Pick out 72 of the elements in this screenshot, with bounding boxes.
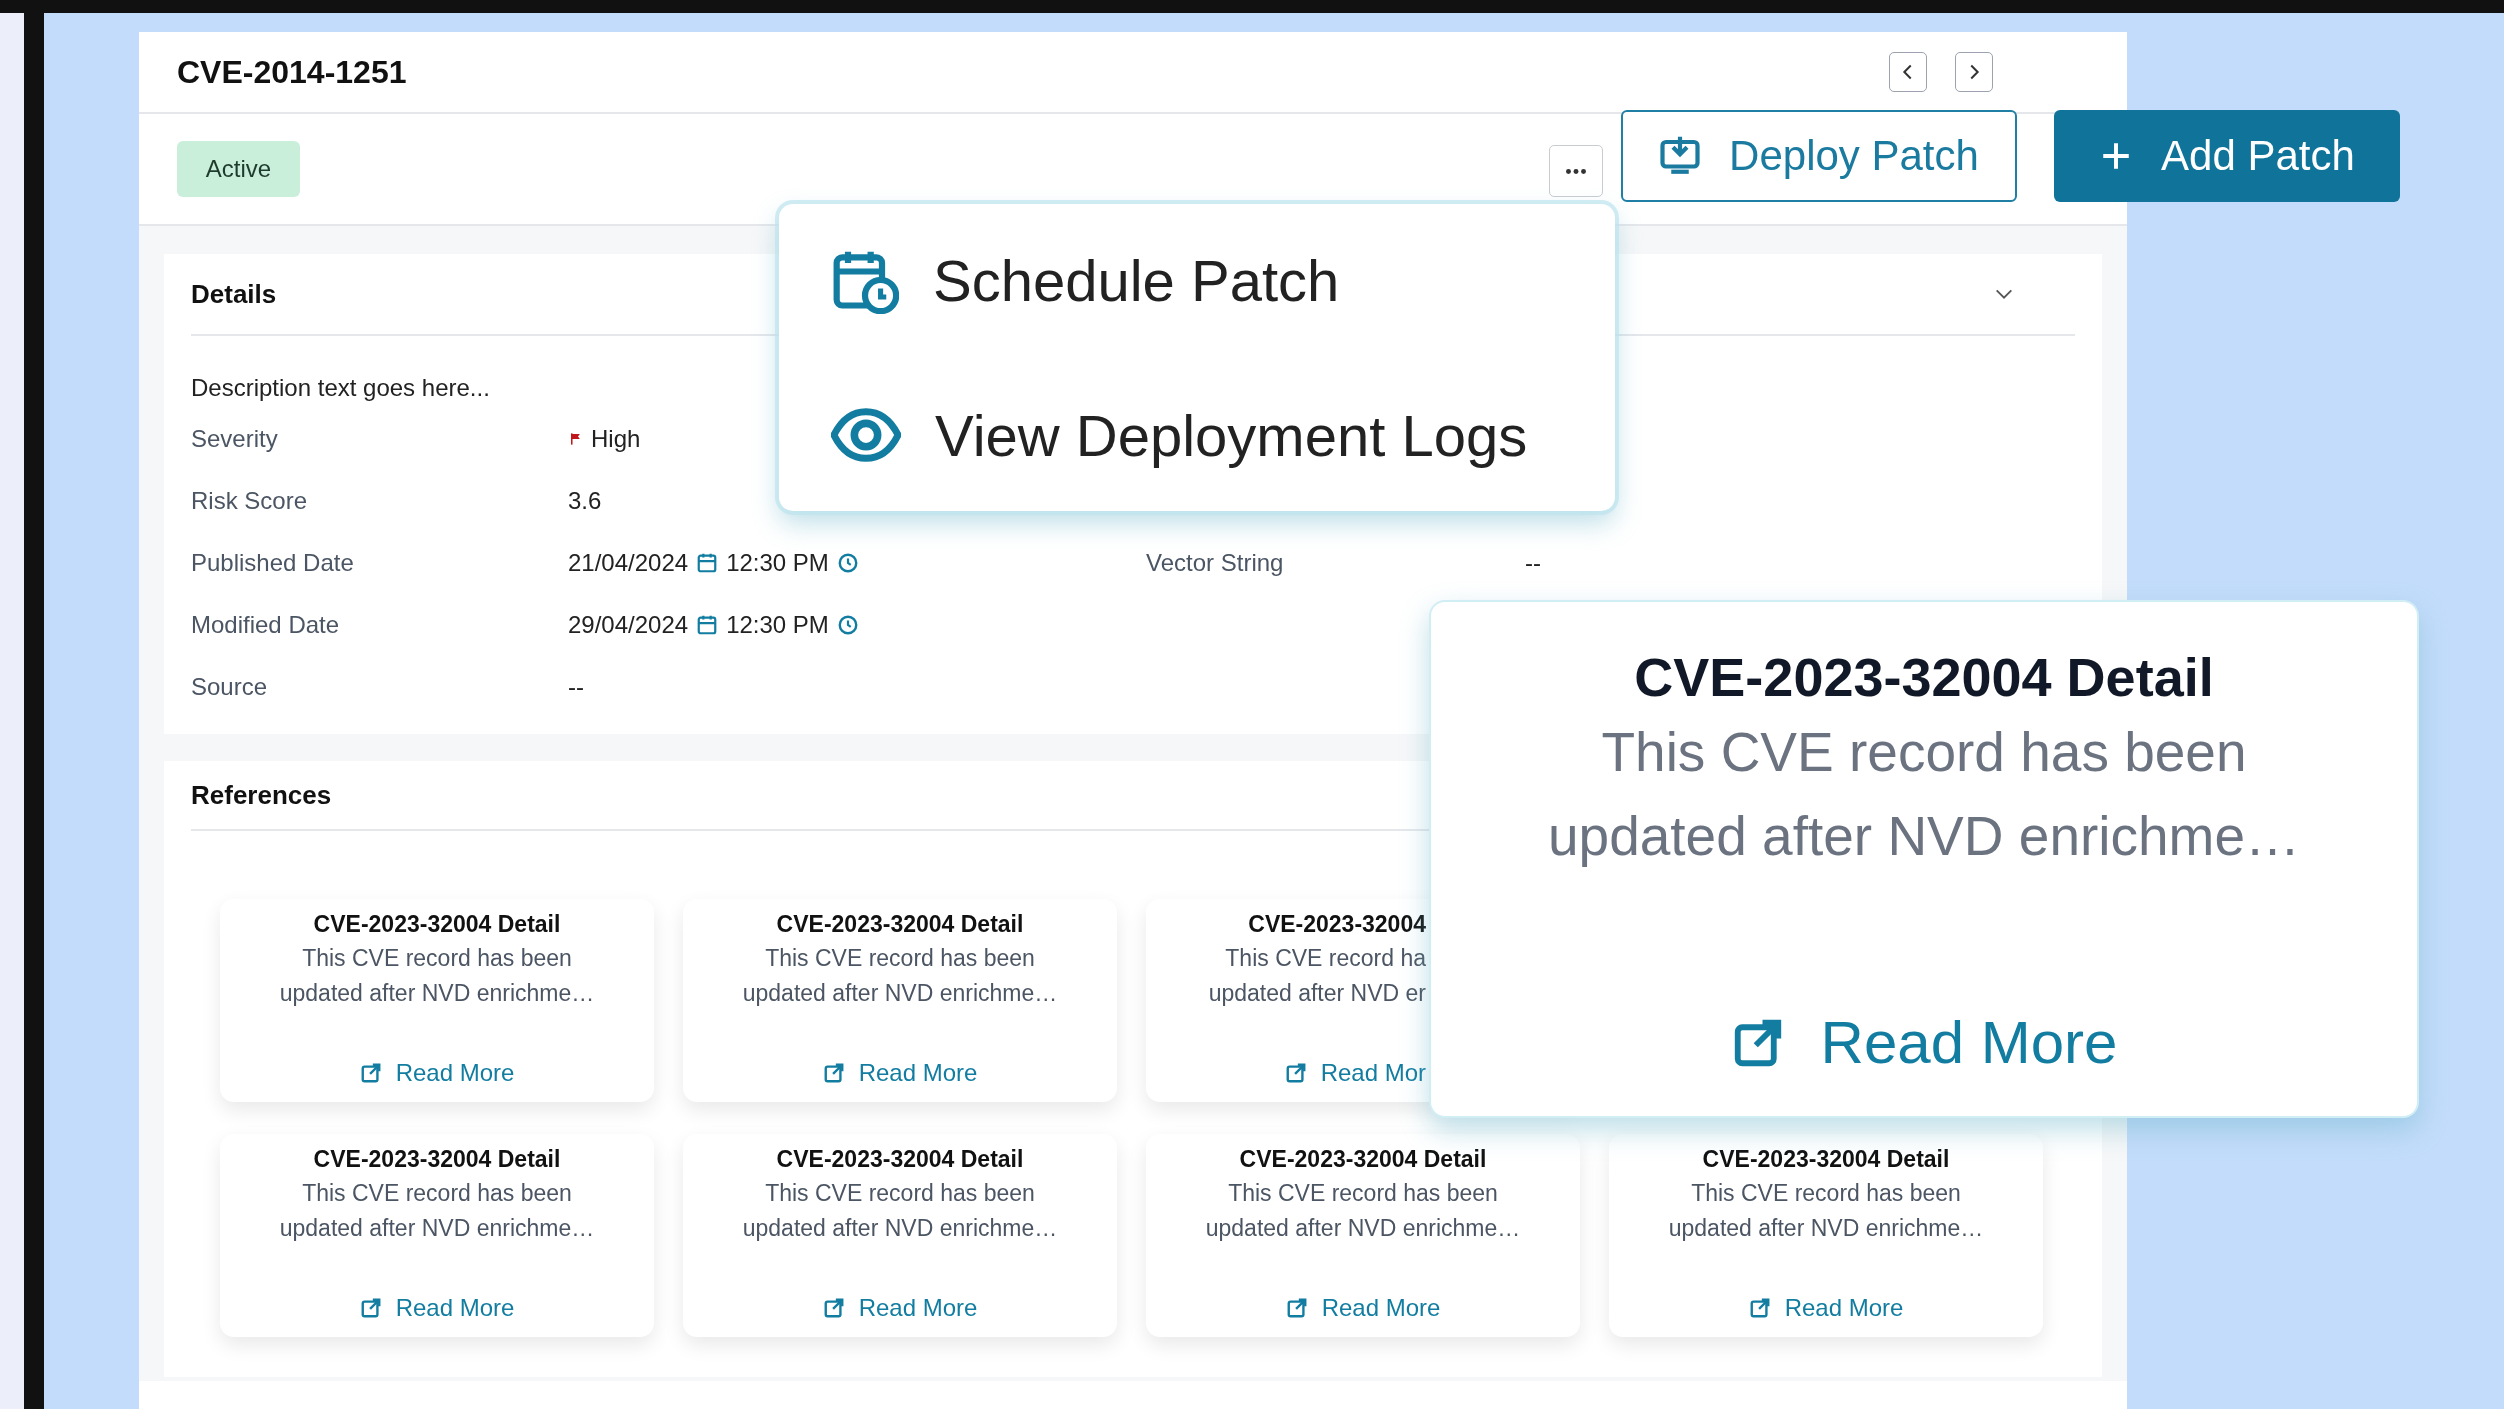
reference-summary: updated after NVD enrichme… bbox=[742, 1214, 1058, 1243]
field-label: Vector String bbox=[1146, 549, 1284, 577]
date-value: 21/04/2024 bbox=[568, 549, 689, 577]
time-value: 12:30 PM bbox=[726, 611, 829, 639]
reference-summary: This CVE record has been bbox=[302, 1179, 572, 1208]
reference-title: CVE-2023-32004 Detail bbox=[776, 1145, 1024, 1174]
reference-summary: This CVE record has been bbox=[1601, 720, 2247, 785]
clock-icon bbox=[836, 552, 859, 574]
external-link-icon bbox=[359, 1062, 382, 1084]
reference-title: CVE-2023-32004 Detail bbox=[313, 910, 561, 939]
reference-title: CVE-2023-32004 Detail bbox=[776, 910, 1024, 939]
reference-title: CVE-2023-32004 bbox=[1248, 910, 1426, 939]
status-badge: Active bbox=[177, 141, 300, 197]
field-label: Modified Date bbox=[191, 611, 340, 639]
date-value: 29/04/2024 bbox=[568, 611, 689, 639]
section-title: References bbox=[191, 779, 332, 811]
time-value: 12:30 PM bbox=[726, 549, 829, 577]
flag-icon bbox=[568, 430, 583, 448]
reference-summary: This CVE record has been bbox=[302, 944, 572, 973]
field-value: -- bbox=[568, 673, 584, 701]
read-more-link[interactable]: Read More bbox=[822, 1294, 978, 1322]
add-patch-button[interactable]: Add Patch bbox=[2054, 110, 2400, 202]
more-icon bbox=[1566, 168, 1586, 174]
reference-title: CVE-2023-32004 Detail bbox=[313, 1145, 561, 1174]
external-link-icon bbox=[1285, 1297, 1308, 1319]
reference-summary: This CVE record ha bbox=[1225, 944, 1426, 973]
reference-summary: This CVE record has been bbox=[765, 1179, 1035, 1208]
reference-summary: updated after NVD enrichme… bbox=[279, 979, 595, 1008]
reference-summary: updated after NVD enrichme… bbox=[1668, 1214, 1984, 1243]
field-value: -- bbox=[1525, 549, 1541, 577]
reference-summary: updated after NVD enrichme… bbox=[1547, 804, 2300, 869]
reference-title: CVE-2023-32004 Detail bbox=[1702, 1145, 1950, 1174]
next-button[interactable] bbox=[1955, 52, 1993, 92]
field-value: High bbox=[591, 425, 641, 453]
reference-summary: This CVE record has been bbox=[765, 944, 1035, 973]
more-button[interactable] bbox=[1549, 145, 1603, 197]
record-title: CVE-2014-1251 bbox=[177, 53, 408, 91]
calendar-icon bbox=[696, 552, 719, 574]
menu-item[interactable]: View Deployment Logs bbox=[831, 367, 1585, 503]
reference-summary: updated after NVD enrichme… bbox=[1205, 1214, 1521, 1243]
reference-summary: updated after NVD er bbox=[1208, 979, 1426, 1008]
description-text: Description text goes here... bbox=[191, 373, 491, 403]
menu-item[interactable]: Schedule Patch bbox=[831, 212, 1585, 348]
read-more-link[interactable]: Read More bbox=[359, 1059, 515, 1087]
read-more-link[interactable]: Read More bbox=[359, 1294, 515, 1322]
read-more-link[interactable]: Read Mor bbox=[1284, 1059, 1426, 1087]
external-link-icon bbox=[822, 1297, 845, 1319]
external-link-icon bbox=[1284, 1062, 1307, 1084]
external-link-icon bbox=[1748, 1297, 1771, 1319]
external-link-icon bbox=[822, 1062, 845, 1084]
reference-summary: This CVE record has been bbox=[1228, 1179, 1498, 1208]
field-label: Published Date bbox=[191, 549, 354, 577]
clock-icon bbox=[836, 614, 859, 636]
field-label: Risk Score bbox=[191, 487, 308, 515]
read-more-link[interactable]: Read More bbox=[822, 1059, 978, 1087]
reference-title: CVE-2023-32004 Detail bbox=[1239, 1145, 1487, 1174]
field-label: Severity bbox=[191, 425, 278, 453]
deploy-patch-button[interactable]: Deploy Patch bbox=[1621, 110, 2017, 202]
reference-summary: This CVE record has been bbox=[1691, 1179, 1961, 1208]
section-title: Details bbox=[191, 278, 277, 310]
field-value: 3.6 bbox=[568, 487, 602, 515]
calendar-icon bbox=[696, 614, 719, 636]
read-more-link[interactable]: Read More bbox=[1748, 1294, 1904, 1322]
reference-summary: updated after NVD enrichme… bbox=[279, 1214, 595, 1243]
reference-title: CVE-2023-32004 Detail bbox=[1634, 646, 2214, 709]
read-more-link[interactable]: Read More bbox=[1730, 1008, 2118, 1077]
reference-summary: updated after NVD enrichme… bbox=[742, 979, 1058, 1008]
previous-button[interactable] bbox=[1889, 52, 1927, 92]
read-more-link[interactable]: Read More bbox=[1285, 1294, 1441, 1322]
external-link-icon bbox=[359, 1297, 382, 1319]
download-monitor-icon bbox=[1659, 135, 1702, 177]
field-label: Source bbox=[191, 673, 268, 701]
